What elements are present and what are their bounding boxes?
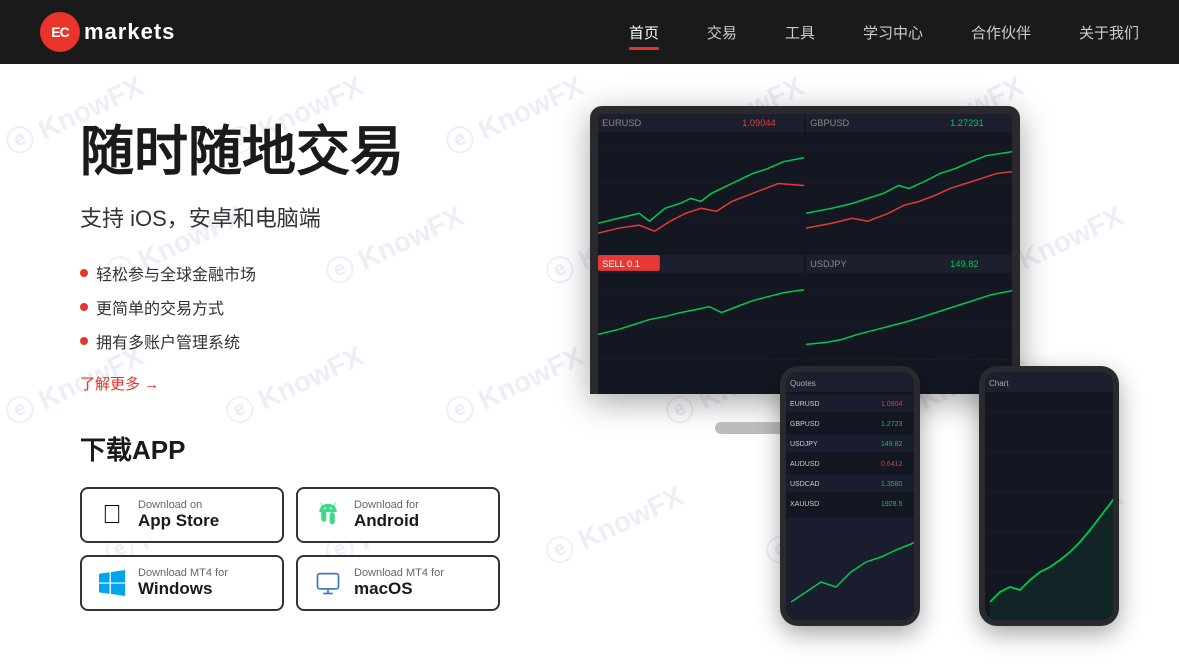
windows-button[interactable]: Download MT4 for Windows <box>80 555 284 611</box>
hero-subtitle: 支持 iOS，安卓和电脑端 <box>80 201 560 233</box>
phone-left-mockup: Quotes EURUSD 1.0904 GBPUSD 1.2723 USDJP… <box>780 366 920 626</box>
features-list: 轻松参与全球金融市场 更简单的交易方式 拥有多账户管理系统 <box>80 261 560 353</box>
svg-text:1.0904: 1.0904 <box>881 401 903 408</box>
windows-icon <box>96 567 128 599</box>
svg-text:1.2723: 1.2723 <box>881 421 903 428</box>
svg-text:Chart: Chart <box>989 379 1009 388</box>
macos-icon <box>312 567 344 599</box>
svg-text:EURUSD: EURUSD <box>790 401 820 408</box>
svg-text:SELL 0.1: SELL 0.1 <box>602 259 640 269</box>
hero-left: 随时随地交易 支持 iOS，安卓和电脑端 轻松参与全球金融市场 更简单的交易方式… <box>80 120 560 611</box>
macos-button[interactable]: Download MT4 for macOS <box>296 555 500 611</box>
feature-item-3: 拥有多账户管理系统 <box>80 329 560 353</box>
logo-text: markets <box>84 19 175 45</box>
download-title: 下载APP <box>80 430 560 467</box>
nav-item-home[interactable]: 首页 <box>629 22 659 43</box>
svg-text:AUDUSD: AUDUSD <box>790 461 820 468</box>
android-button[interactable]: Download for Android <box>296 487 500 543</box>
feature-item-1: 轻松参与全球金融市场 <box>80 261 560 285</box>
svg-text:1928.5: 1928.5 <box>881 501 903 508</box>
svg-text:0.6412: 0.6412 <box>881 461 903 468</box>
apple-icon:  <box>96 499 128 531</box>
svg-text:149.82: 149.82 <box>881 441 903 448</box>
phone-right-mockup: Chart <box>979 366 1119 626</box>
hero-devices: EURUSD 1.09044 <box>560 106 1119 626</box>
svg-text:149.82: 149.82 <box>950 259 978 269</box>
learn-more-link[interactable]: 了解更多 → <box>80 373 159 394</box>
trading-chart: EURUSD 1.09044 <box>598 114 1012 394</box>
android-icon <box>312 499 344 531</box>
appstore-button[interactable]:  Download on App Store <box>80 487 284 543</box>
logo-icon: EC <box>40 12 80 52</box>
svg-text:1.09044: 1.09044 <box>742 118 775 128</box>
svg-text:GBPUSD: GBPUSD <box>810 118 850 128</box>
svg-text:XAUUSD: XAUUSD <box>790 501 819 508</box>
svg-text:GBPUSD: GBPUSD <box>790 421 820 428</box>
svg-text:1.3580: 1.3580 <box>881 481 903 488</box>
nav-item-learn[interactable]: 学习中心 <box>863 22 923 43</box>
svg-text:USDJPY: USDJPY <box>810 259 847 269</box>
navbar: EC markets 首页 交易 工具 学习中心 合作伙伴 关于我们 <box>0 0 1179 64</box>
svg-text:Quotes: Quotes <box>790 379 816 388</box>
nav-links: 首页 交易 工具 学习中心 合作伙伴 关于我们 <box>629 22 1139 43</box>
nav-item-tools[interactable]: 工具 <box>785 22 815 43</box>
logo[interactable]: EC markets <box>40 12 175 52</box>
bullet-icon <box>80 269 88 277</box>
nav-item-trade[interactable]: 交易 <box>707 22 737 43</box>
svg-text:USDJPY: USDJPY <box>790 441 818 448</box>
hero-section: ⓔ KnowFX ⓔ KnowFX ⓔ KnowFX ⓔ KnowFX ⓔ Kn… <box>0 64 1179 667</box>
bullet-icon <box>80 337 88 345</box>
hero-title: 随时随地交易 <box>80 120 560 185</box>
nav-item-about[interactable]: 关于我们 <box>1079 22 1139 43</box>
svg-text:EURUSD: EURUSD <box>602 118 642 128</box>
svg-text:USDCAD: USDCAD <box>790 481 820 488</box>
svg-text:1.27231: 1.27231 <box>950 118 983 128</box>
nav-item-partners[interactable]: 合作伙伴 <box>971 22 1031 43</box>
download-buttons:  Download on App Store Download for And… <box>80 487 500 611</box>
bullet-icon <box>80 303 88 311</box>
feature-item-2: 更简单的交易方式 <box>80 295 560 319</box>
